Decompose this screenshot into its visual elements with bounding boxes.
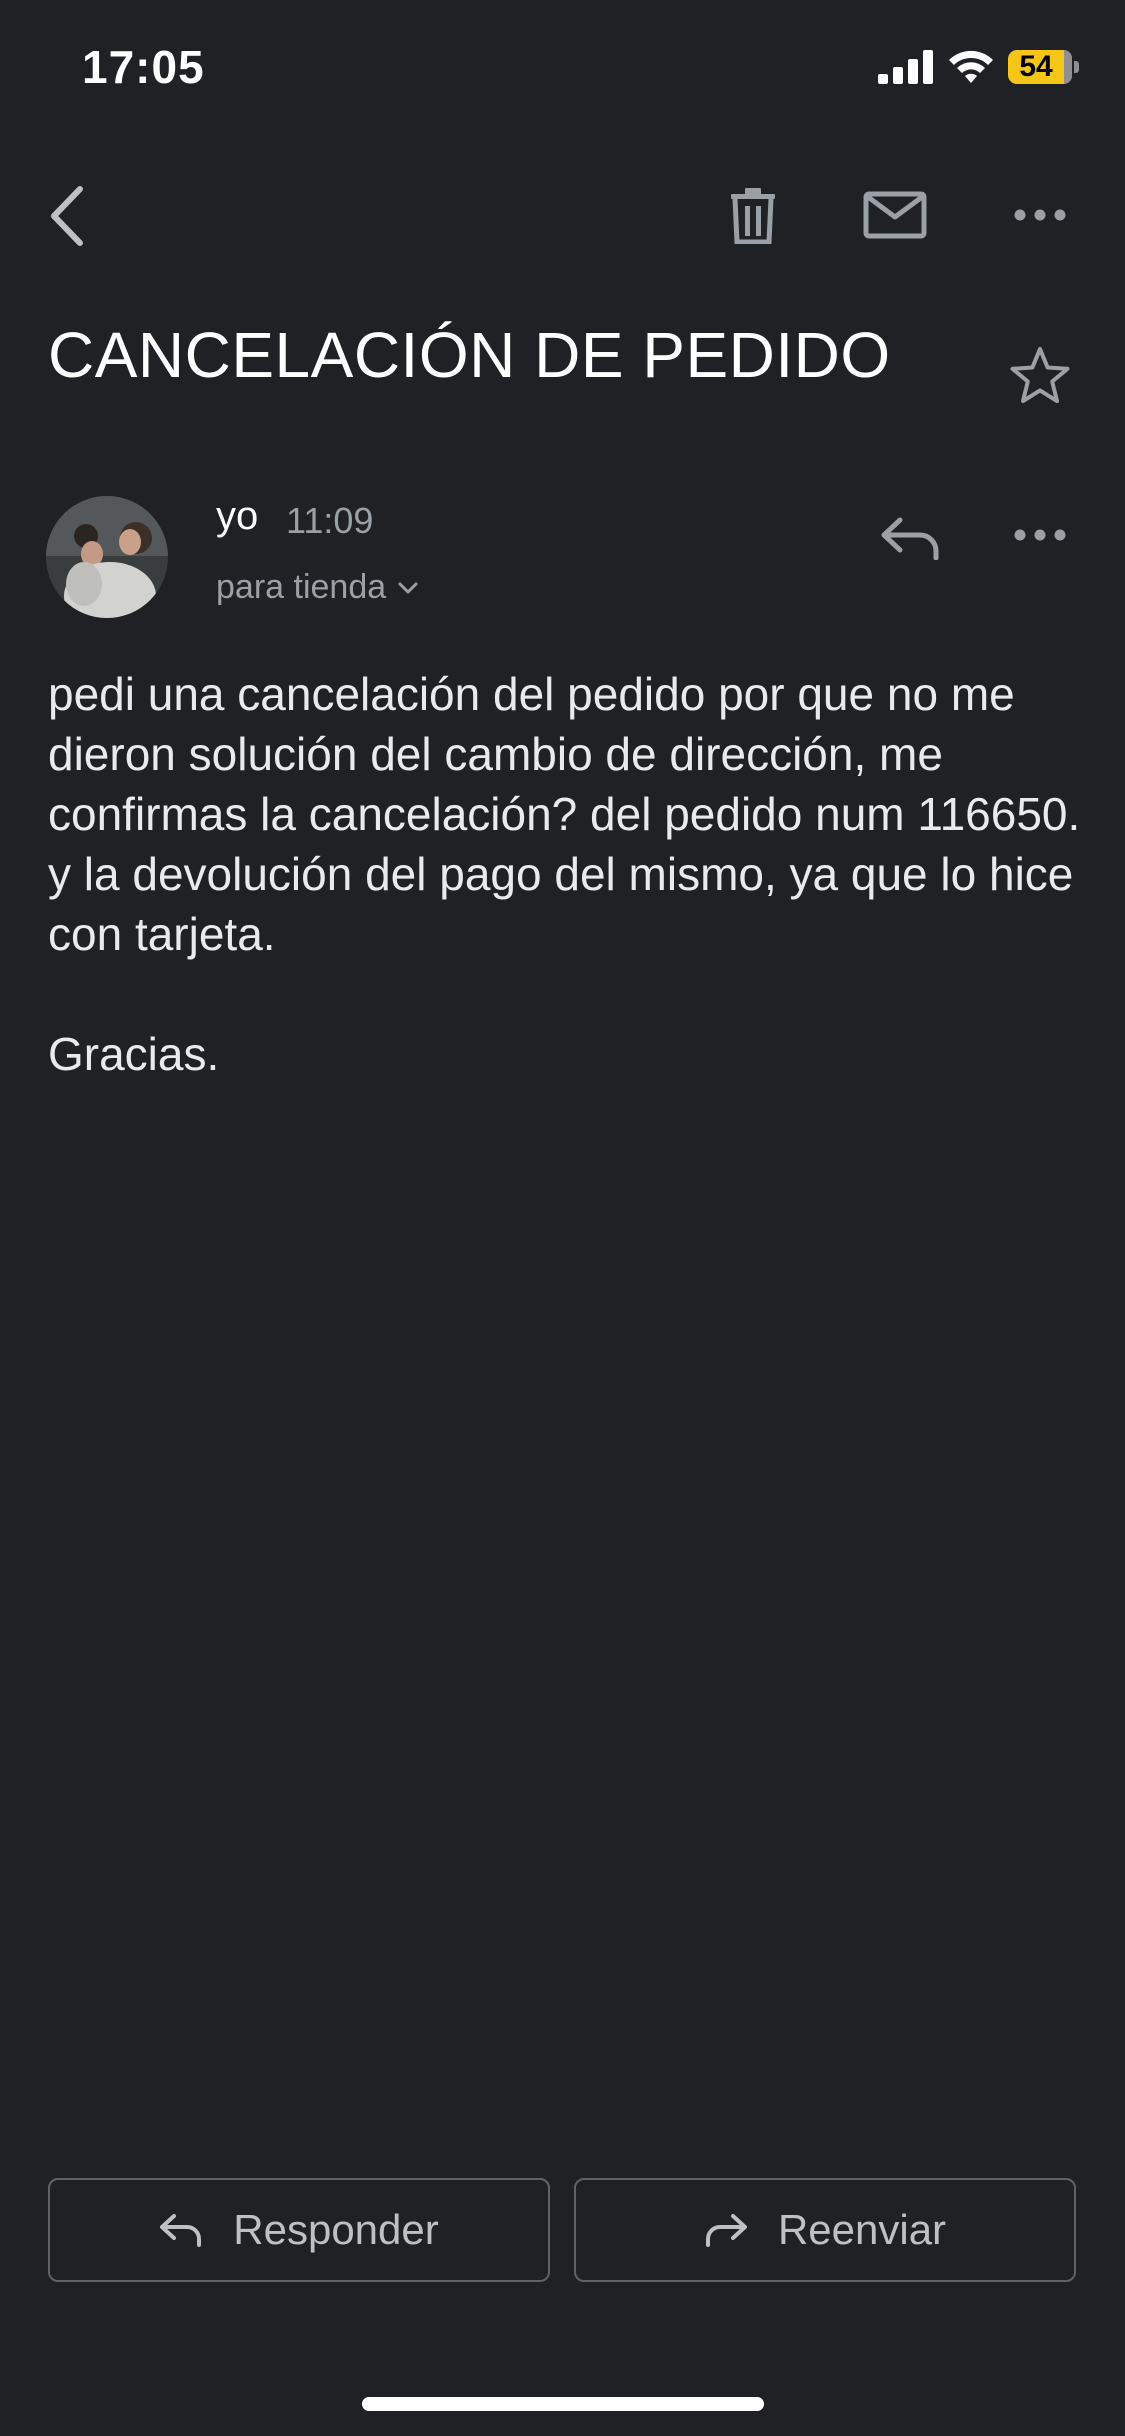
reply-button[interactable]: Responder — [48, 2178, 550, 2282]
forward-icon — [705, 2214, 747, 2247]
star-button[interactable] — [1005, 340, 1075, 410]
avatar-photo — [46, 496, 168, 618]
email-body: pedi una cancelación del pedido por que … — [48, 664, 1088, 1084]
reply-quick-button[interactable] — [872, 500, 948, 576]
email-subject: CANCELACIÓN DE PEDIDO — [48, 319, 891, 391]
more-options-button[interactable] — [1005, 180, 1075, 250]
home-indicator[interactable] — [362, 2397, 764, 2411]
wifi-icon — [949, 50, 993, 83]
sent-time: 11:09 — [286, 500, 374, 541]
sender-name: yo — [216, 494, 259, 538]
mail-icon — [863, 191, 927, 239]
battery-indicator: 54 — [1008, 50, 1072, 84]
mark-unread-button[interactable] — [860, 180, 930, 250]
reply-icon — [881, 517, 939, 560]
forward-label: Reenviar — [777, 2206, 947, 2253]
email-signoff: Gracias. — [48, 1028, 220, 1080]
recipient-label: para tienda — [216, 568, 387, 606]
more-horizontal-icon — [1014, 529, 1066, 541]
battery-cap — [1074, 61, 1079, 73]
status-time: 17:05 — [82, 41, 205, 93]
more-horizontal-icon — [1014, 209, 1066, 221]
battery-level: 54 — [1019, 50, 1053, 83]
message-more-button[interactable] — [1005, 500, 1075, 570]
delete-button[interactable] — [718, 180, 788, 250]
battery-empty-segment — [1064, 50, 1072, 84]
chevron-left-icon — [51, 186, 83, 246]
avatar[interactable] — [46, 496, 168, 618]
trash-icon — [731, 188, 775, 244]
reply-icon — [160, 2214, 202, 2247]
reply-label: Responder — [233, 2206, 439, 2253]
status-icons: 54 — [878, 50, 1079, 84]
cellular-signal-icon — [878, 50, 933, 84]
recipient-details-toggle[interactable]: para tienda — [216, 568, 418, 607]
star-icon — [1010, 347, 1070, 403]
email-body-text: pedi una cancelación del pedido por que … — [48, 668, 1081, 960]
back-button[interactable] — [36, 180, 96, 252]
chevron-down-icon — [398, 582, 418, 593]
forward-button[interactable]: Reenviar — [574, 2178, 1076, 2282]
